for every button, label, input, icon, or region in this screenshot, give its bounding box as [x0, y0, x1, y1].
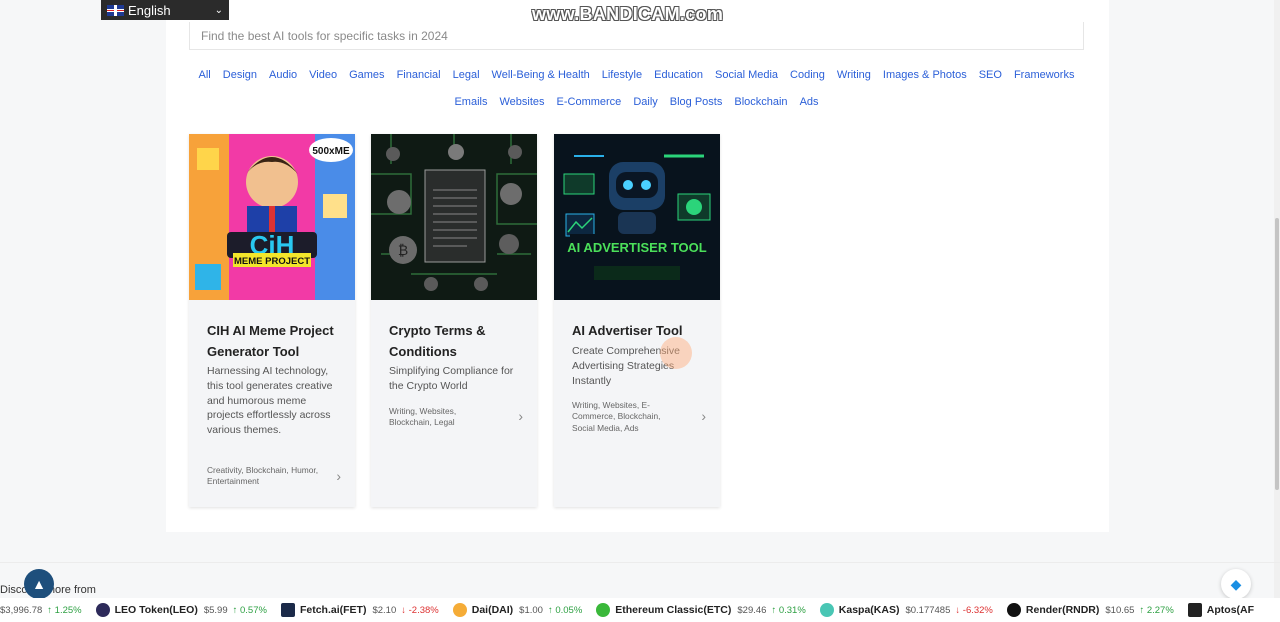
category-lifestyle[interactable]: Lifestyle — [602, 69, 642, 81]
card-description: Simplifying Compliance for the Crypto Wo… — [389, 365, 514, 392]
svg-text:₿: ₿ — [398, 242, 408, 258]
change-down: ↓ -6.32% — [955, 604, 993, 616]
search-placeholder: Find the best AI tools for specific task… — [201, 29, 448, 43]
card-tags: Writing, Websites, E-Commerce, Blockchai… — [572, 400, 661, 433]
category-daily[interactable]: Daily — [633, 96, 657, 108]
svg-text:AI ADVERTISER TOOL: AI ADVERTISER TOOL — [567, 240, 706, 255]
category-games[interactable]: Games — [349, 69, 384, 81]
category-row-1: All Design Audio Video Games Financial L… — [189, 69, 1084, 81]
category-blog-posts[interactable]: Blog Posts — [670, 96, 723, 108]
change-up: ↑ 1.25% — [47, 604, 82, 616]
category-websites[interactable]: Websites — [499, 96, 544, 108]
category-ecommerce[interactable]: E-Commerce — [557, 96, 622, 108]
category-ads[interactable]: Ads — [800, 96, 819, 108]
category-video[interactable]: Video — [309, 69, 337, 81]
widget-diamond-button[interactable]: ◆ — [1221, 569, 1251, 599]
category-frameworks[interactable]: Frameworks — [1014, 69, 1075, 81]
language-label: English — [128, 2, 171, 18]
scrollbar[interactable] — [1274, 0, 1280, 622]
tool-card-crypto-terms[interactable]: ₿ Crypto Terms & Conditions Simplifying … — [371, 134, 537, 507]
category-design[interactable]: Design — [223, 69, 257, 81]
cih-meme-thumbnail: CiH MEME PROJECT 500xME — [189, 134, 355, 300]
category-financial[interactable]: Financial — [397, 69, 441, 81]
ticker-item[interactable]: Render(RNDR) $10.65 ↑ 2.27% — [1006, 603, 1174, 617]
category-images-photos[interactable]: Images & Photos — [883, 69, 967, 81]
ticker-item[interactable]: LEO Token(LEO) $5.99 ↑ 0.57% — [95, 603, 267, 617]
category-audio[interactable]: Audio — [269, 69, 297, 81]
language-selector[interactable]: English ⌄ — [101, 0, 229, 20]
footer-divider — [0, 562, 1280, 563]
card-tags: Creativity, Blockchain, Humor, Entertain… — [207, 465, 319, 487]
tool-card-cih-meme[interactable]: CiH MEME PROJECT 500xME CIH AI Meme Proj… — [189, 134, 355, 507]
scroll-to-top-button[interactable]: ▲ — [24, 569, 54, 599]
ticker-item[interactable]: Kaspa(KAS) $0.177485 ↓ -6.32% — [819, 603, 993, 617]
svg-text:MEME PROJECT: MEME PROJECT — [234, 256, 310, 267]
chevron-up-icon: ▲ — [32, 576, 46, 592]
ai-advertiser-thumbnail: AI ADVERTISER TOOL — [554, 134, 720, 300]
crypto-terms-thumbnail: ₿ — [371, 134, 537, 300]
ticker-item[interactable]: Aptos(AF — [1187, 603, 1260, 617]
chevron-down-icon: ⌄ — [214, 4, 223, 16]
card-title[interactable]: AI Advertiser Tool — [572, 320, 712, 341]
aptos-coin-icon — [1187, 603, 1202, 617]
tool-card-ai-advertiser[interactable]: AI ADVERTISER TOOL AI Advertiser Tool Cr… — [554, 134, 720, 507]
category-writing[interactable]: Writing — [837, 69, 871, 81]
change-up: ↑ 0.57% — [232, 604, 267, 616]
kaspa-coin-icon — [819, 603, 834, 617]
ticker-item[interactable]: Dai(DAI) $1.00 ↑ 0.05% — [452, 603, 583, 617]
cursor-highlight — [660, 337, 692, 369]
card-title[interactable]: CIH AI Meme Project Generator Tool — [207, 320, 347, 362]
scrollbar-thumb[interactable] — [1275, 218, 1279, 490]
ticker-item[interactable]: $3,996.78 ↑ 1.25% — [0, 605, 82, 616]
chevron-right-icon[interactable]: › — [336, 468, 341, 484]
etc-coin-icon — [596, 603, 611, 617]
category-legal[interactable]: Legal — [453, 69, 480, 81]
category-all[interactable]: All — [199, 69, 211, 81]
change-up: ↑ 2.27% — [1139, 604, 1174, 616]
category-blockchain[interactable]: Blockchain — [734, 96, 787, 108]
svg-text:500xME: 500xME — [312, 146, 350, 157]
ticker-item[interactable]: Ethereum Classic(ETC) $29.46 ↑ 0.31% — [596, 603, 806, 617]
category-social-media[interactable]: Social Media — [715, 69, 778, 81]
render-coin-icon — [1006, 603, 1021, 617]
change-down: ↓ -2.38% — [401, 604, 439, 616]
category-coding[interactable]: Coding — [790, 69, 825, 81]
fetch-ai-icon — [280, 603, 295, 617]
chevron-right-icon[interactable]: › — [701, 408, 706, 424]
category-education[interactable]: Education — [654, 69, 703, 81]
change-up: ↑ 0.31% — [771, 604, 806, 616]
category-wellbeing[interactable]: Well-Being & Health — [492, 69, 590, 81]
dai-coin-icon — [452, 603, 467, 617]
uk-flag-icon — [107, 4, 124, 16]
diamond-icon: ◆ — [1230, 575, 1242, 592]
crypto-ticker: $3,996.78 ↑ 1.25% LEO Token(LEO) $5.99 ↑… — [0, 598, 1280, 622]
chevron-right-icon[interactable]: › — [518, 408, 523, 424]
category-emails[interactable]: Emails — [454, 96, 487, 108]
category-row-2: Emails Websites E-Commerce Daily Blog Po… — [189, 96, 1084, 108]
leo-coin-icon — [95, 603, 110, 617]
category-seo[interactable]: SEO — [979, 69, 1002, 81]
card-description: Harnessing AI technology, this tool gene… — [207, 365, 333, 437]
search-input[interactable]: Find the best AI tools for specific task… — [189, 22, 1084, 50]
ticker-item[interactable]: Fetch.ai(FET) $2.10 ↓ -2.38% — [280, 603, 439, 617]
change-up: ↑ 0.05% — [547, 604, 583, 616]
card-tags: Writing, Websites, Blockchain, Legal — [389, 406, 457, 428]
card-title[interactable]: Crypto Terms & Conditions — [389, 320, 529, 362]
